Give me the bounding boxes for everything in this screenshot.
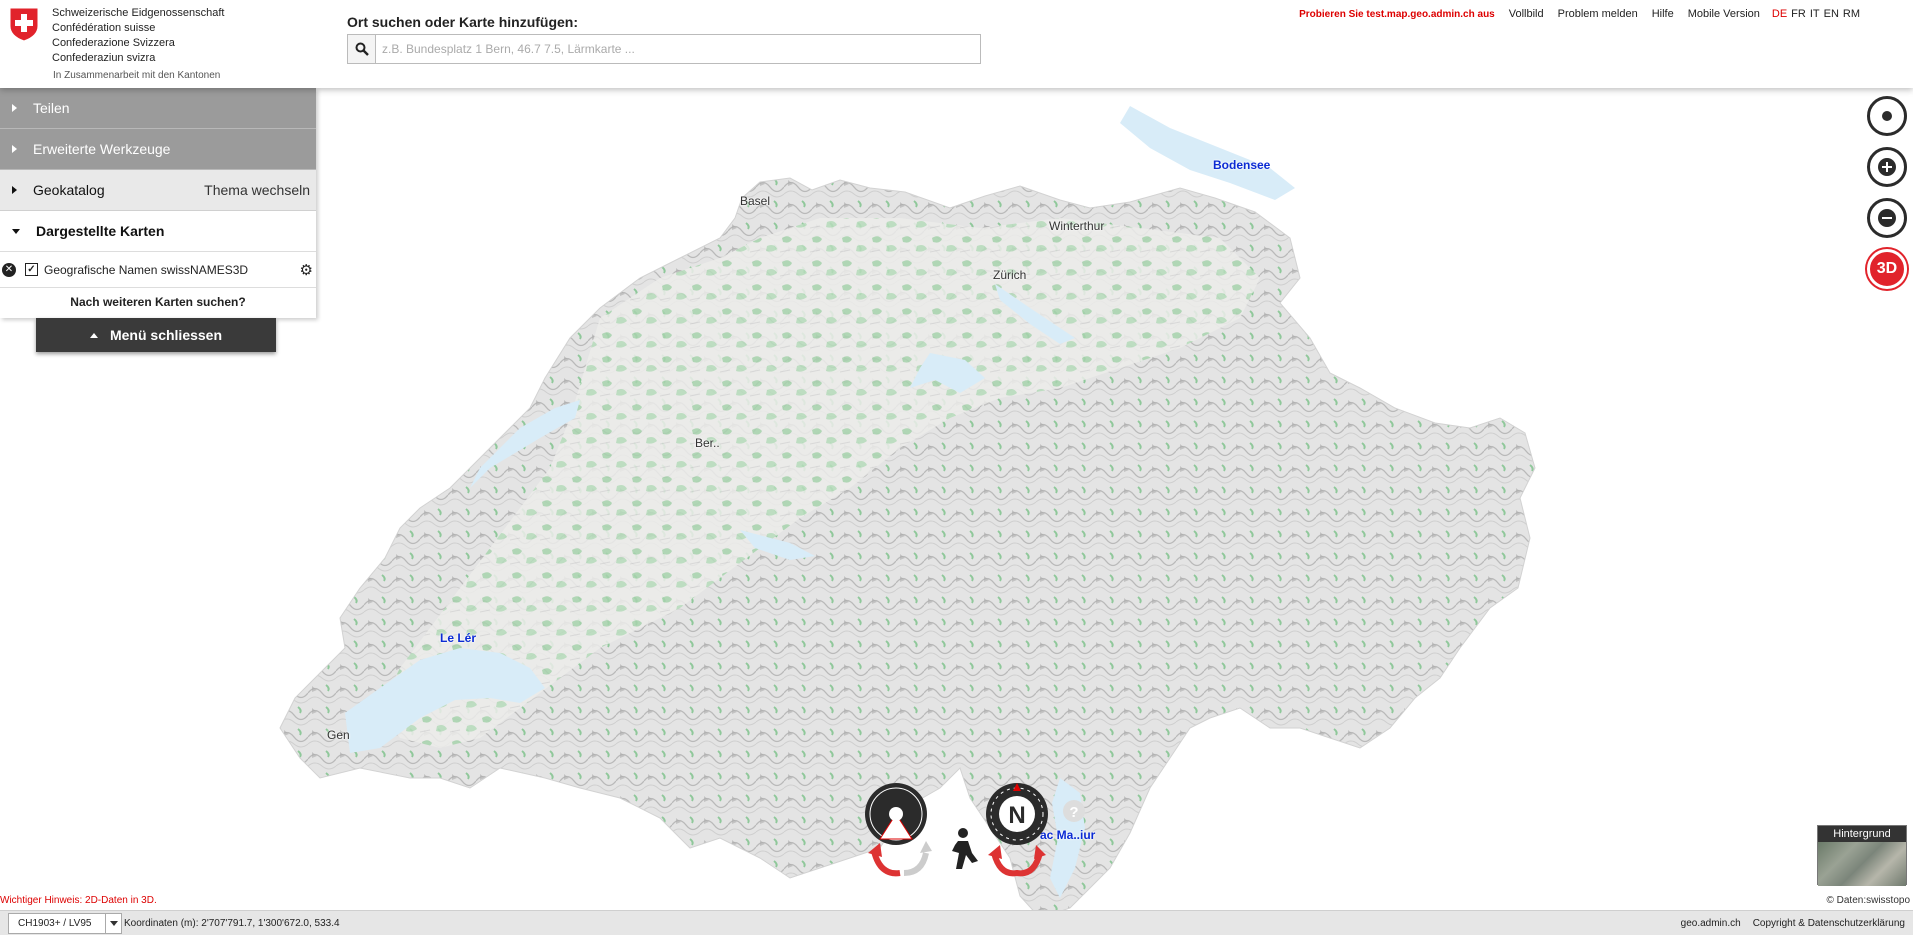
logo-line-rm: Confederaziun svizra <box>52 52 156 64</box>
map-label-zurich: Zürich <box>993 268 1027 282</box>
layer-item: ✕ ✓ Geografische Namen swissNAMES3D ⚙ <box>0 252 316 288</box>
zoom-in-button[interactable] <box>1867 147 1907 187</box>
background-label: Hintergrund <box>1818 826 1906 842</box>
search-title: Ort suchen oder Karte hinzufügen: <box>347 14 579 30</box>
3d-navigation-controls: N ? <box>860 781 1085 881</box>
caret-down-icon <box>12 228 20 234</box>
menu-geocatalog[interactable]: Geokatalog Thema wechseln <box>0 170 316 211</box>
3d-data-hint[interactable]: Wichtiger Hinweis: 2D-Daten in 3D. <box>0 895 157 906</box>
zoom-out-icon <box>1878 209 1896 227</box>
zoom-in-icon <box>1878 158 1896 176</box>
caret-up-icon <box>89 332 98 338</box>
layer-visibility-checkbox[interactable]: ✓ <box>25 263 38 276</box>
map-label-geneva: Gen <box>327 728 350 742</box>
map-label-bodensee: Bodensee <box>1213 158 1271 172</box>
data-attribution: © Daten:swisstopo <box>1826 895 1910 906</box>
menu-advanced-tools-label: Erweiterte Werkzeuge <box>33 141 171 157</box>
rotate-compass-arrows-icon[interactable] <box>988 845 1046 877</box>
try-test-link[interactable]: Probieren Sie test.map.geo.admin.ch aus <box>1299 9 1495 20</box>
change-theme-link[interactable]: Thema wechseln <box>204 182 310 198</box>
logo-line-de: Schweizerische Eidgenossenschaft <box>52 7 225 19</box>
coordinates-display: Koordinaten (m): 2'707'791.7, 1'300'672.… <box>124 918 340 929</box>
lang-fr[interactable]: FR <box>1791 8 1806 20</box>
rotate-right-arrow-icon[interactable] <box>903 841 932 876</box>
caret-right-icon <box>12 145 17 153</box>
rotate-left-arrow-icon[interactable] <box>868 843 901 877</box>
search-input[interactable] <box>376 35 980 63</box>
federal-names: Schweizerische Eidgenossenschaft Confédé… <box>52 6 224 66</box>
lang-de[interactable]: DE <box>1772 8 1787 20</box>
map-label-bern: Ber.. <box>695 436 720 450</box>
menu-displayed-maps-label: Dargestellte Karten <box>36 223 165 239</box>
side-menu: Teilen Erweiterte Werkzeuge Geokatalog T… <box>0 88 316 318</box>
3d-toggle-button[interactable]: 3D <box>1867 249 1907 289</box>
locate-icon <box>1882 111 1892 121</box>
menu-share-label: Teilen <box>33 100 70 116</box>
pedestrian-icon[interactable] <box>952 828 978 869</box>
top-header: Schweizerische Eidgenossenschaft Confédé… <box>0 0 1913 88</box>
help-link[interactable]: Hilfe <box>1652 8 1674 20</box>
lake-constance <box>1120 106 1295 200</box>
gear-icon[interactable]: ⚙ <box>300 261 313 279</box>
zoom-out-button[interactable] <box>1867 198 1907 238</box>
help-icon[interactable]: ? <box>1063 800 1085 822</box>
copyright-privacy-link[interactable]: Copyright & Datenschutzerklärung <box>1753 918 1905 929</box>
menu-geocatalog-label: Geokatalog <box>33 182 105 198</box>
svg-text:?: ? <box>1069 804 1078 821</box>
fullscreen-link[interactable]: Vollbild <box>1509 8 1544 20</box>
tilt-control[interactable] <box>865 783 927 845</box>
map-label-basel: Basel <box>740 194 771 208</box>
top-links: Probieren Sie test.map.geo.admin.ch aus … <box>1299 8 1860 20</box>
close-menu-label: Menü schliessen <box>109 327 223 343</box>
lang-en[interactable]: EN <box>1824 8 1839 20</box>
layer-name: Geografische Namen swissNAMES3D <box>44 262 249 277</box>
report-problem-link[interactable]: Problem melden <box>1558 8 1638 20</box>
close-menu-button[interactable]: Menü schliessen <box>36 318 276 352</box>
map-label-winterthur: Winterthur <box>1049 219 1105 233</box>
locate-button[interactable] <box>1867 96 1907 136</box>
footer-links: geo.admin.ch Copyright & Datenschutzerkl… <box>1681 918 1905 929</box>
search-box <box>347 34 981 64</box>
swiss-coat-of-arms-logo[interactable] <box>8 6 40 45</box>
search-more-maps-link[interactable]: Nach weiteren Karten suchen? <box>0 288 316 318</box>
remove-layer-icon[interactable]: ✕ <box>2 262 16 277</box>
caret-right-icon <box>12 186 17 194</box>
background-thumbnail <box>1818 842 1906 886</box>
footer-bar: CH1903+ / LV95 Koordinaten (m): 2'707'79… <box>0 910 1913 935</box>
language-switcher: DE FR IT EN RM <box>1772 8 1860 20</box>
caret-right-icon <box>12 104 17 112</box>
lang-rm[interactable]: RM <box>1843 8 1860 20</box>
map-label-lake-geneva: Le Lér <box>440 631 477 645</box>
compass-north-label: N <box>1008 802 1025 829</box>
search-button[interactable] <box>348 35 376 63</box>
chevron-down-icon <box>105 914 121 933</box>
lang-it[interactable]: IT <box>1810 8 1820 20</box>
projection-value: CH1903+ / LV95 <box>18 918 92 929</box>
projection-select[interactable]: CH1903+ / LV95 <box>8 913 122 934</box>
mobile-version-link[interactable]: Mobile Version <box>1688 8 1760 20</box>
menu-displayed-maps[interactable]: Dargestellte Karten <box>0 211 316 252</box>
menu-advanced-tools[interactable]: Erweiterte Werkzeuge <box>0 129 316 170</box>
logo-line-fr: Confédération suisse <box>52 22 156 34</box>
compass-control[interactable]: N <box>986 783 1048 845</box>
menu-share[interactable]: Teilen <box>0 88 316 129</box>
search-icon <box>355 42 369 56</box>
geo-admin-link[interactable]: geo.admin.ch <box>1681 918 1741 929</box>
logo-subtitle: In Zusammenarbeit mit den Kantonen <box>53 70 221 81</box>
background-layer-selector[interactable]: Hintergrund <box>1817 825 1907 886</box>
3d-icon: 3D <box>1876 260 1898 277</box>
logo-line-it: Confederazione Svizzera <box>52 37 175 49</box>
